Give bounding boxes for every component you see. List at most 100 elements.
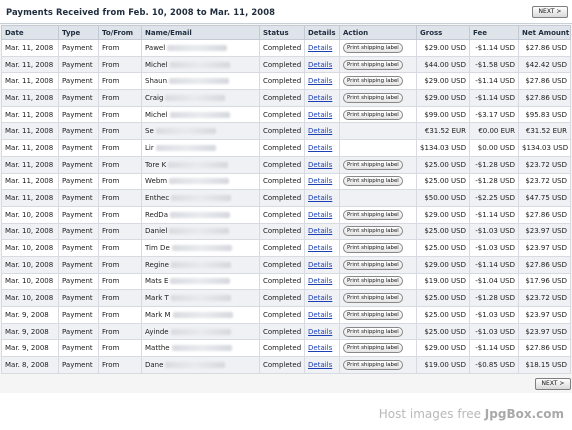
print-shipping-label-button[interactable]: Print shipping label: [343, 109, 403, 120]
redacted-email: [171, 245, 232, 252]
fee-cell: -$1.28 USD: [469, 172, 519, 191]
print-shipping-label-button[interactable]: Print shipping label: [343, 343, 403, 354]
details-link[interactable]: Details: [308, 144, 332, 152]
print-shipping-label-button[interactable]: Print shipping label: [343, 42, 403, 53]
date-cell: Mar. 11, 2008: [1, 139, 59, 157]
fee-cell: -$1.03 USD: [469, 222, 519, 241]
date-cell: Mar. 11, 2008: [1, 189, 59, 207]
print-shipping-label-button[interactable]: Print shipping label: [343, 209, 403, 220]
action-cell: Print shipping label: [339, 155, 417, 174]
details-link[interactable]: Details: [308, 161, 332, 169]
details-cell: Details: [304, 105, 340, 124]
details-link[interactable]: Details: [308, 244, 332, 252]
action-cell: Print shipping label: [339, 105, 417, 124]
details-link[interactable]: Details: [308, 328, 332, 336]
fee-cell: -$1.14 USD: [469, 255, 519, 274]
table-row: Mar. 11, 2008 Payment From Lir Completed Deta…: [1, 139, 571, 157]
date-cell: Mar. 9, 2008: [1, 322, 59, 341]
type-cell: Payment: [58, 89, 99, 107]
payer-name: Mark M: [145, 310, 171, 319]
details-link[interactable]: Details: [308, 361, 332, 369]
action-cell: Print shipping label: [339, 306, 417, 324]
to-from-cell: From: [98, 306, 142, 324]
status-cell: Completed: [259, 189, 305, 207]
details-link[interactable]: Details: [308, 344, 332, 352]
details-link[interactable]: Details: [308, 194, 332, 202]
status-cell: Completed: [259, 255, 305, 274]
print-shipping-label-button[interactable]: Print shipping label: [343, 76, 403, 87]
column-header-date[interactable]: Date: [1, 25, 59, 40]
print-shipping-label-button[interactable]: Print shipping label: [343, 309, 403, 320]
fee-cell: -$3.17 USD: [469, 105, 519, 124]
fee-cell: -$0.85 USD: [469, 356, 519, 374]
print-shipping-label-button[interactable]: Print shipping label: [343, 159, 403, 170]
print-shipping-label-button[interactable]: Print shipping label: [343, 359, 403, 370]
print-shipping-label-button[interactable]: Print shipping label: [343, 293, 403, 304]
redacted-email: [155, 144, 216, 151]
details-link[interactable]: Details: [308, 77, 332, 85]
details-link[interactable]: Details: [308, 294, 332, 302]
print-shipping-label-button[interactable]: Print shipping label: [343, 176, 403, 187]
status-cell: Completed: [259, 72, 305, 91]
print-shipping-label-button[interactable]: Print shipping label: [343, 243, 403, 254]
details-link[interactable]: Details: [308, 211, 332, 219]
net-amount-cell: $27.86 USD: [518, 39, 571, 57]
to-from-cell: From: [98, 39, 142, 57]
next-page-button-top[interactable]: NEXT >: [532, 6, 568, 18]
gross-cell: $29.00 USD: [416, 255, 470, 274]
type-cell: Payment: [58, 322, 99, 341]
redacted-email: [167, 44, 228, 51]
type-cell: Payment: [58, 189, 99, 207]
details-link[interactable]: Details: [308, 227, 332, 235]
column-header-status[interactable]: Status: [259, 25, 305, 40]
payments-table: Date Type To/From Name/Email Status Deta…: [1, 25, 571, 374]
table-row: Mar. 10, 2008 Payment From Daniel Completed D…: [1, 222, 571, 241]
print-shipping-label-button[interactable]: Print shipping label: [343, 276, 403, 287]
gross-cell: $29.00 USD: [416, 339, 470, 358]
type-cell: Payment: [58, 155, 99, 174]
gross-cell: $25.00 USD: [416, 322, 470, 341]
to-from-cell: From: [98, 155, 142, 174]
payer-name: Regine: [145, 260, 169, 269]
column-header-gross[interactable]: Gross: [416, 25, 470, 40]
print-shipping-label-button[interactable]: Print shipping label: [343, 326, 403, 337]
redacted-email: [169, 211, 230, 218]
print-shipping-label-button[interactable]: Print shipping label: [343, 259, 403, 270]
column-header-name-email[interactable]: Name/Email: [141, 25, 260, 40]
details-link[interactable]: Details: [308, 111, 332, 119]
gross-cell: $25.00 USD: [416, 222, 470, 241]
to-from-cell: From: [98, 172, 142, 191]
details-link[interactable]: Details: [308, 177, 332, 185]
details-link[interactable]: Details: [308, 261, 332, 269]
name-email-cell: Tore K: [141, 155, 260, 174]
details-cell: Details: [304, 155, 340, 174]
print-shipping-label-button[interactable]: Print shipping label: [343, 59, 403, 70]
details-link[interactable]: Details: [308, 127, 332, 135]
net-amount-cell: $134.03 USD: [518, 139, 571, 157]
details-cell: Details: [304, 205, 340, 224]
status-cell: Completed: [259, 105, 305, 124]
name-email-cell: Craig: [141, 89, 260, 107]
column-header-net-amount[interactable]: Net Amount: [518, 25, 571, 40]
details-link[interactable]: Details: [308, 94, 332, 102]
print-shipping-label-button[interactable]: Print shipping label: [343, 226, 403, 237]
net-amount-cell: $27.86 USD: [518, 339, 571, 358]
date-cell: Mar. 8, 2008: [1, 356, 59, 374]
column-header-to-from[interactable]: To/From: [98, 25, 142, 40]
to-from-cell: From: [98, 239, 142, 257]
details-link[interactable]: Details: [308, 277, 332, 285]
gross-cell: $19.00 USD: [416, 272, 470, 291]
details-link[interactable]: Details: [308, 311, 332, 319]
details-link[interactable]: Details: [308, 61, 332, 69]
details-cell: Details: [304, 339, 340, 358]
details-link[interactable]: Details: [308, 44, 332, 52]
net-amount-cell: $23.72 USD: [518, 172, 571, 191]
column-header-fee[interactable]: Fee: [469, 25, 519, 40]
table-row: Mar. 10, 2008 Payment From Tim De Completed D…: [1, 239, 571, 257]
next-page-button-bottom[interactable]: NEXT >: [535, 378, 571, 390]
details-cell: Details: [304, 72, 340, 91]
column-header-type[interactable]: Type: [58, 25, 99, 40]
payer-name: Matthe: [145, 344, 170, 353]
print-shipping-label-button[interactable]: Print shipping label: [343, 92, 403, 103]
gross-cell: $25.00 USD: [416, 289, 470, 307]
